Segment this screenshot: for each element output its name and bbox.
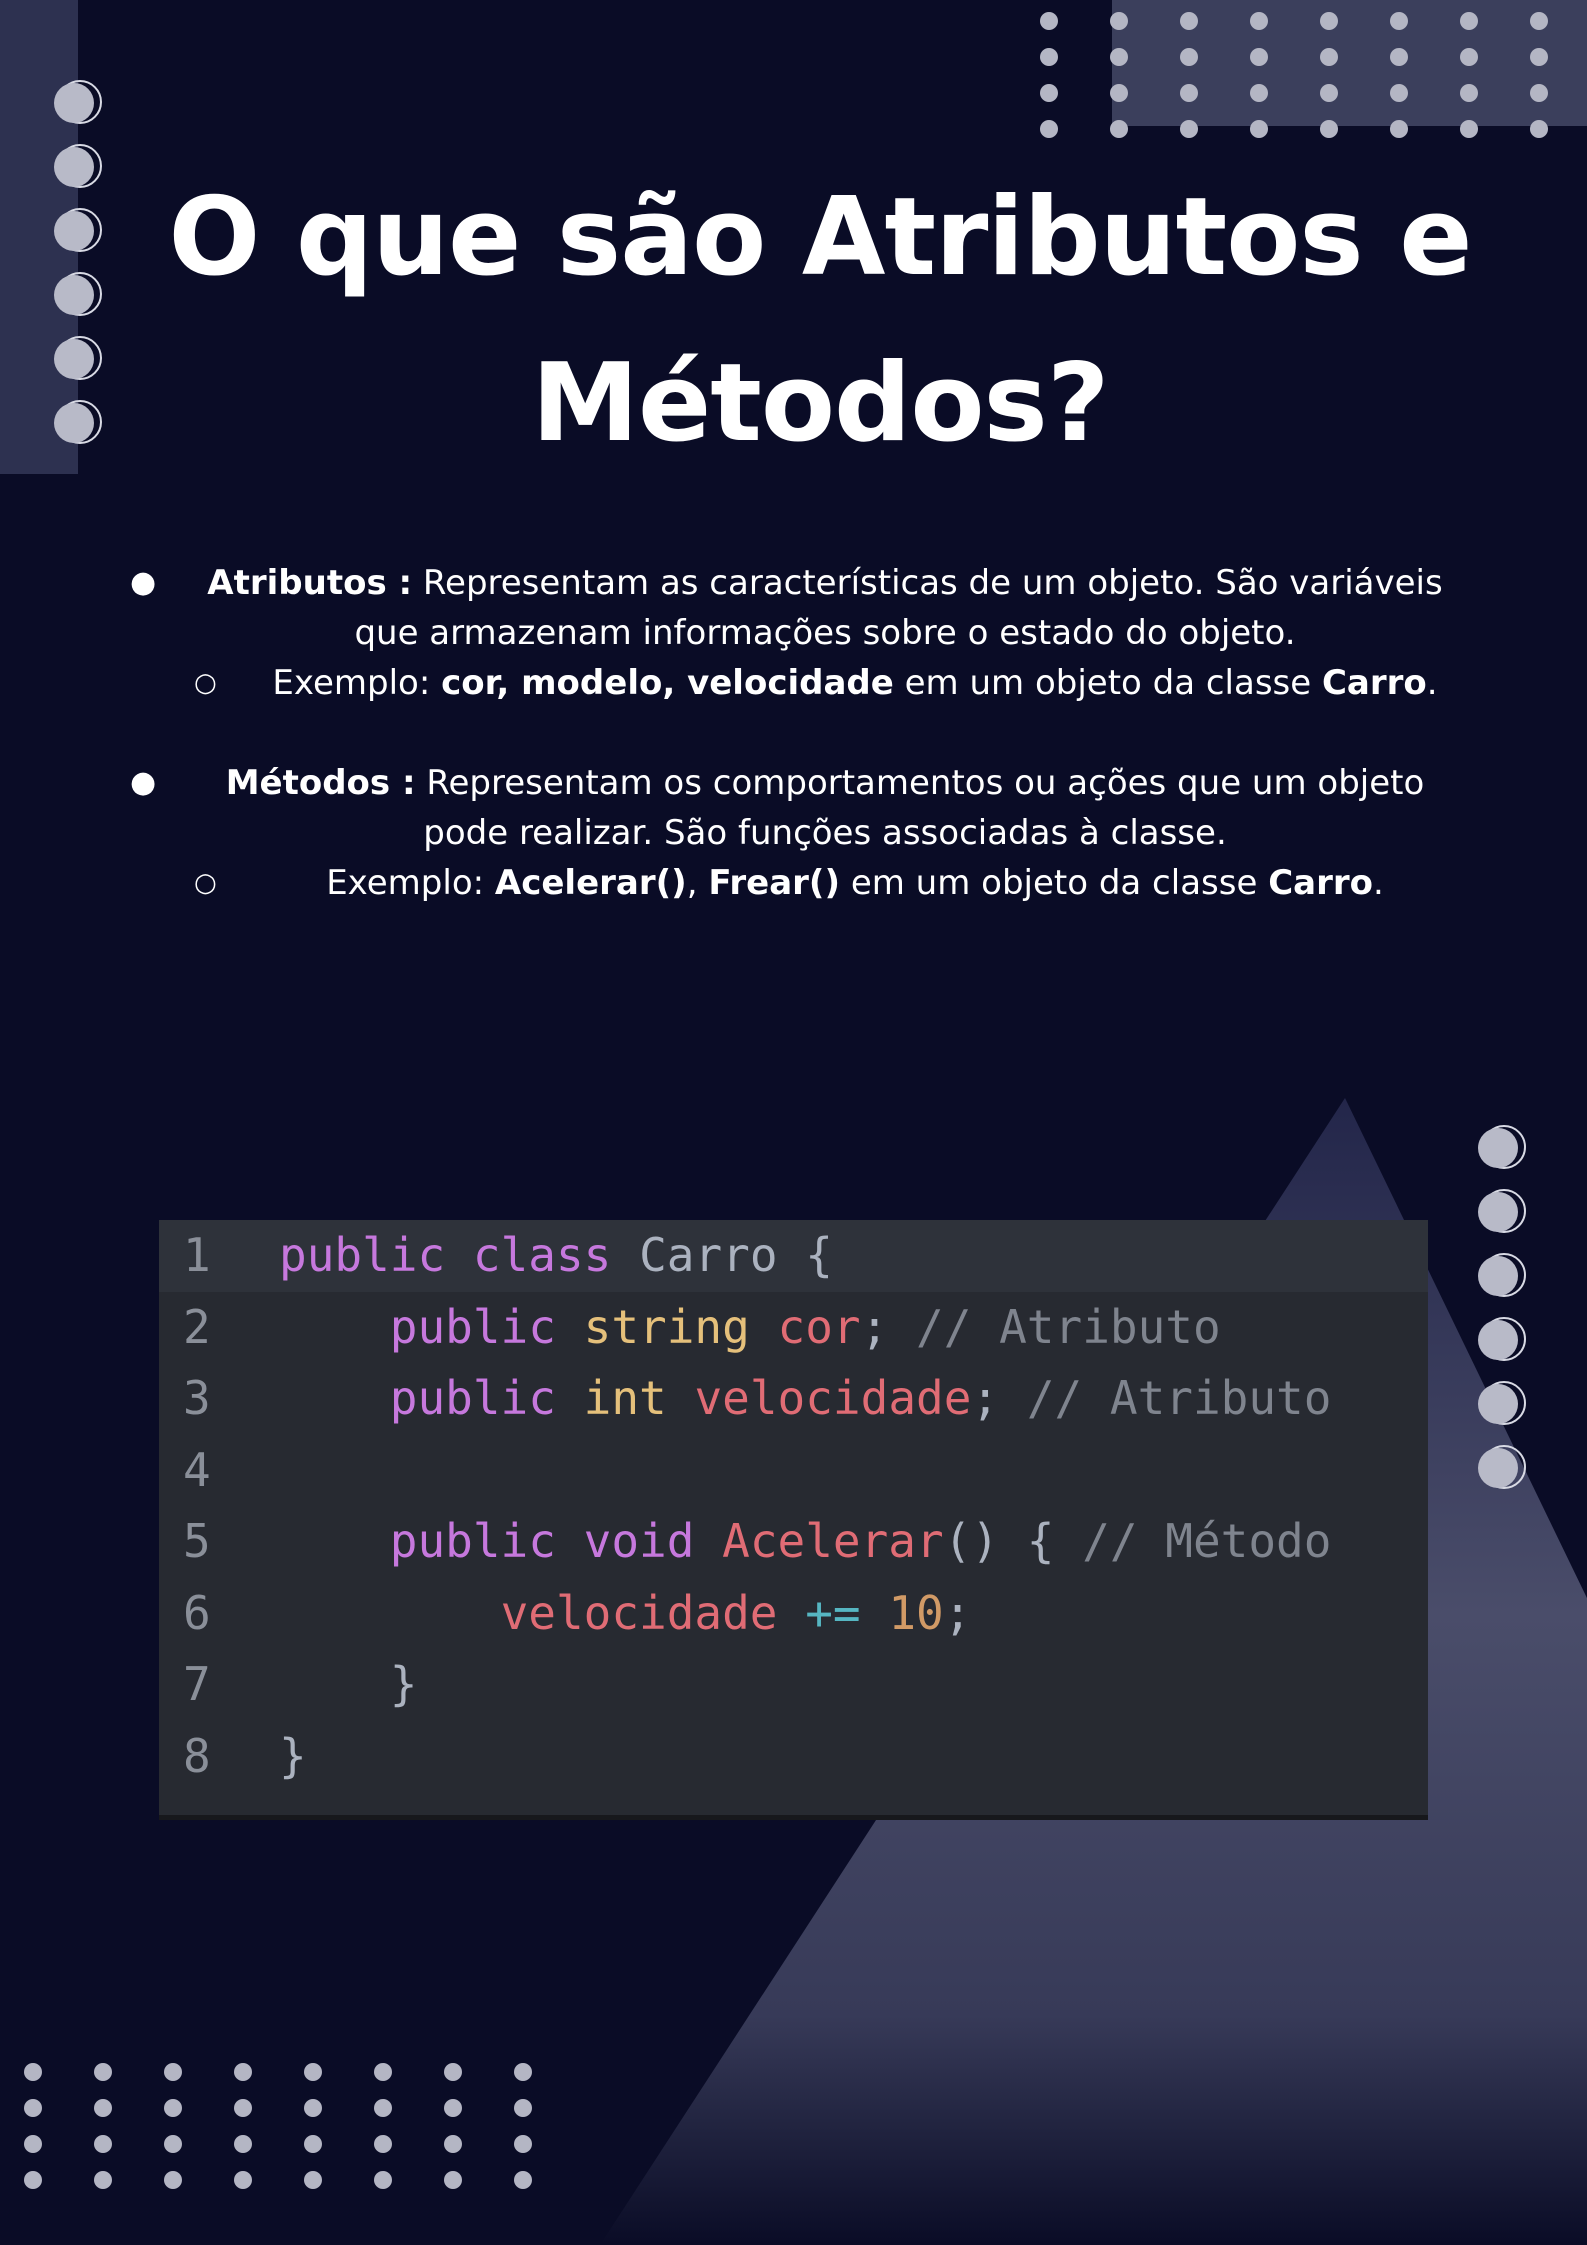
example-method-2: Frear() — [708, 863, 841, 903]
list-item-atributos: ● Atributos : Representam as característ… — [130, 558, 1480, 658]
code-line: 7 } — [159, 1649, 1428, 1721]
code-line: 4 — [159, 1435, 1428, 1507]
code-line: 8 } — [159, 1721, 1428, 1793]
circle-pattern-left — [54, 80, 102, 444]
code-snippet: 1 public class Carro { 2 public string c… — [159, 1220, 1428, 1820]
line-number: 1 — [183, 1228, 211, 1282]
code-function-name: Acelerar — [722, 1514, 944, 1568]
code-keyword: public — [279, 1228, 446, 1282]
code-punct: ; — [971, 1371, 1000, 1425]
term-metodos: Métodos : — [225, 763, 416, 803]
page-title: O que são Atributos e Métodos? — [168, 175, 1472, 466]
bullet-circle-icon: ○ — [194, 868, 217, 898]
example-attributes: cor, modelo, velocidade — [441, 663, 894, 703]
code-keyword: class — [472, 1228, 612, 1282]
code-type: string — [583, 1299, 750, 1354]
dot-pattern-bottom — [24, 2063, 532, 2189]
code-class-name: Carro — [639, 1228, 778, 1282]
code-keyword: public — [389, 1514, 556, 1568]
code-type: int — [583, 1371, 667, 1425]
code-punct: ; — [943, 1585, 972, 1640]
bullet-dot-icon: ● — [130, 765, 157, 800]
example-prefix: Exemplo: — [326, 863, 495, 903]
code-line: 5 public void Acelerar() { // Método — [159, 1506, 1428, 1578]
circle-pattern-right — [1478, 1125, 1526, 1489]
example-class: Carro — [1268, 863, 1373, 903]
line-number: 6 — [183, 1585, 211, 1640]
code-line: 2 public string cor; // Atributo — [159, 1292, 1428, 1364]
code-brace: } — [279, 1728, 307, 1783]
example-mid: em um objeto da classe — [840, 863, 1269, 903]
bullet-circle-icon: ○ — [194, 668, 217, 698]
description-metodos: Representam os comportamentos ou ações q… — [415, 763, 1425, 853]
code-line: 6 velocidade += 10; — [159, 1578, 1428, 1650]
line-number: 7 — [183, 1657, 211, 1711]
code-variable: velocidade — [500, 1585, 778, 1640]
sub-item-atributos-example: ○ Exemplo: cor, modelo, velocidade em um… — [130, 658, 1480, 708]
bullet-list: ● Atributos : Representam as característ… — [130, 558, 1480, 908]
example-sep: , — [686, 863, 709, 903]
code-brace: } — [389, 1657, 418, 1711]
example-mid: em um objeto da classe — [893, 663, 1322, 703]
code-comment: // Atributo — [1026, 1371, 1332, 1425]
list-item-metodos: ● Métodos : Representam os comportamento… — [130, 758, 1480, 858]
description-atributos: Representam as características de um obj… — [354, 563, 1443, 653]
line-number: 3 — [183, 1371, 211, 1425]
example-method-1: Acelerar() — [494, 863, 687, 903]
line-number: 4 — [183, 1442, 211, 1497]
code-line: 3 public int velocidade; // Atributo — [159, 1363, 1428, 1435]
example-prefix: Exemplo: — [272, 663, 442, 703]
code-variable: cor — [777, 1299, 861, 1354]
code-paren: () { — [943, 1514, 1055, 1568]
code-type: void — [583, 1514, 695, 1568]
code-number: 10 — [888, 1585, 944, 1640]
example-class: Carro — [1321, 663, 1427, 703]
dot-pattern-top — [1040, 12, 1548, 138]
term-atributos: Atributos : — [207, 563, 413, 603]
example-end: . — [1372, 863, 1384, 903]
line-number: 5 — [183, 1514, 211, 1568]
code-keyword: public — [389, 1299, 556, 1354]
code-variable: velocidade — [694, 1371, 972, 1425]
code-comment: // Método — [1082, 1514, 1332, 1568]
line-number: 2 — [183, 1299, 211, 1354]
code-operator: += — [805, 1585, 861, 1640]
code-comment: // Atributo — [916, 1299, 1221, 1354]
line-number: 8 — [183, 1728, 211, 1783]
code-line: 1 public class Carro { — [159, 1220, 1428, 1292]
code-keyword: public — [389, 1371, 556, 1425]
code-punct: ; — [860, 1299, 889, 1354]
sub-item-metodos-example: ○ Exemplo: Acelerar(), Frear() em um obj… — [130, 858, 1480, 908]
bullet-dot-icon: ● — [130, 565, 157, 600]
code-brace: { — [777, 1228, 833, 1282]
example-end: . — [1426, 663, 1438, 703]
